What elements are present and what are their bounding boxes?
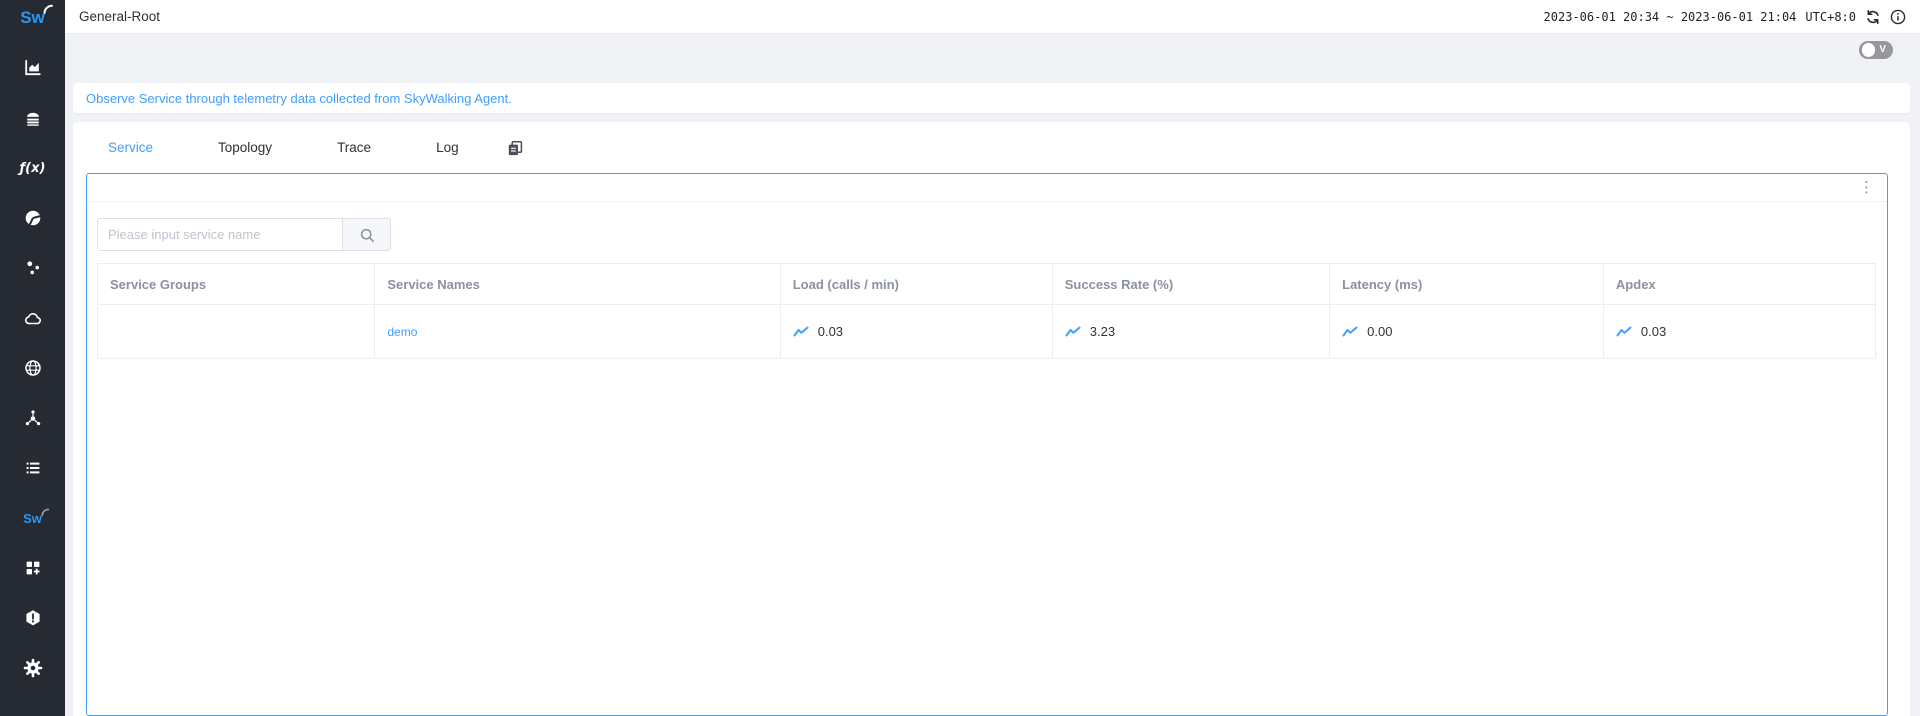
- sidebar-item-scatter[interactable]: [0, 243, 65, 293]
- sidebar-item-alarm[interactable]: [0, 593, 65, 643]
- logo-swoosh-icon: [43, 4, 54, 15]
- cell-load: 0.03: [780, 305, 1052, 359]
- tab-trace[interactable]: Trace: [337, 140, 371, 155]
- cell-service-name: demo: [375, 305, 780, 359]
- sidebar-item-list[interactable]: [0, 443, 65, 493]
- version-toggle[interactable]: V: [1859, 41, 1893, 59]
- topology-icon: [23, 408, 43, 428]
- sidebar: Sw ƒ(x): [0, 0, 65, 716]
- service-table: Service Groups Service Names Load (calls…: [97, 263, 1876, 359]
- layers-icon: [23, 108, 43, 128]
- toggle-label: V: [1879, 44, 1886, 55]
- sidebar-item-skywalking[interactable]: Sw: [0, 493, 65, 543]
- copy-icon: [506, 139, 524, 157]
- skywalking-icon: Sw: [23, 511, 42, 526]
- refresh-icon: [1865, 9, 1881, 25]
- bar-chart-icon: [23, 58, 43, 78]
- apdex-value: 0.03: [1641, 324, 1666, 339]
- service-panel: ⋮ Service Groups: [86, 173, 1888, 716]
- column-apdex: Apdex: [1603, 264, 1875, 305]
- cell-apdex: 0.03: [1603, 305, 1875, 359]
- list-icon: [23, 458, 43, 478]
- page-title: General-Root: [79, 9, 160, 24]
- latency-value: 0.00: [1367, 324, 1392, 339]
- column-service-groups: Service Groups: [98, 264, 375, 305]
- sidebar-item-bar-chart[interactable]: [0, 43, 65, 93]
- toggle-knob: [1862, 43, 1876, 57]
- skywalking-swoosh-icon: [41, 508, 50, 517]
- column-service-names: Service Names: [375, 264, 780, 305]
- description-banner: Observe Service through telemetry data c…: [73, 83, 1910, 113]
- cell-service-group: [98, 305, 375, 359]
- skywalking-app: Sw ƒ(x): [0, 0, 1920, 716]
- alarm-icon: [23, 608, 43, 628]
- tab-bar: Service Topology Trace Log: [73, 122, 1910, 173]
- sidebar-nav: ƒ(x) Sw: [0, 34, 65, 693]
- globe-icon: [23, 358, 43, 378]
- banner-text: Observe Service through telemetry data c…: [86, 91, 512, 106]
- trend-line-icon: [1342, 326, 1358, 338]
- trend-line-icon: [1065, 326, 1081, 338]
- trend-line-icon: [793, 326, 809, 338]
- sidebar-item-globe[interactable]: [0, 343, 65, 393]
- main-area: General-Root 2023-06-01 20:34 ~ 2023-06-…: [65, 0, 1920, 716]
- content-card: Service Topology Trace Log ⋮: [73, 122, 1910, 716]
- sidebar-item-pie-chart[interactable]: [0, 193, 65, 243]
- trend-line-icon: [1616, 326, 1632, 338]
- service-link[interactable]: demo: [387, 325, 417, 339]
- column-success-rate: Success Rate (%): [1052, 264, 1329, 305]
- header-controls: 2023-06-01 20:34 ~ 2023-06-01 21:04 UTC+…: [1544, 9, 1906, 25]
- tab-service[interactable]: Service: [108, 140, 153, 155]
- tab-topology[interactable]: Topology: [218, 140, 272, 155]
- success-rate-value: 3.23: [1090, 324, 1115, 339]
- info-button[interactable]: [1890, 9, 1906, 25]
- pie-chart-icon: [23, 208, 43, 228]
- search-input[interactable]: [97, 218, 343, 251]
- table-header-row: Service Groups Service Names Load (calls…: [98, 264, 1876, 305]
- copy-tabs-button[interactable]: [506, 139, 524, 157]
- sidebar-item-cloud[interactable]: [0, 293, 65, 343]
- tab-log[interactable]: Log: [436, 140, 459, 155]
- panel-header: ⋮: [87, 174, 1887, 202]
- cell-success-rate: 3.23: [1052, 305, 1329, 359]
- search-row: [87, 202, 1887, 263]
- load-value: 0.03: [818, 324, 843, 339]
- sidebar-item-topology[interactable]: [0, 393, 65, 443]
- sidebar-item-function[interactable]: ƒ(x): [0, 143, 65, 193]
- dashboard-add-icon: [23, 558, 43, 578]
- toolbar: V: [65, 34, 1920, 66]
- search-icon: [359, 227, 375, 243]
- timezone-label: UTC+8:0: [1805, 10, 1856, 24]
- sidebar-item-layers[interactable]: [0, 93, 65, 143]
- settings-icon: [23, 658, 43, 678]
- column-latency: Latency (ms): [1330, 264, 1604, 305]
- cell-latency: 0.00: [1330, 305, 1604, 359]
- sidebar-item-settings[interactable]: [0, 643, 65, 693]
- app-header: General-Root 2023-06-01 20:34 ~ 2023-06-…: [65, 0, 1920, 34]
- time-range-picker[interactable]: 2023-06-01 20:34 ~ 2023-06-01 21:04: [1544, 10, 1797, 24]
- function-icon: ƒ(x): [20, 161, 46, 176]
- info-icon: [1890, 9, 1906, 25]
- search-button[interactable]: [342, 218, 391, 251]
- sidebar-item-dashboard-add[interactable]: [0, 543, 65, 593]
- panel-menu-button[interactable]: ⋮: [1859, 180, 1874, 195]
- cloud-icon: [23, 308, 43, 328]
- logo-text: Sw: [20, 8, 45, 27]
- refresh-button[interactable]: [1865, 9, 1881, 25]
- app-logo: Sw: [0, 0, 65, 34]
- scatter-dots-icon: [23, 258, 43, 278]
- column-load: Load (calls / min): [780, 264, 1052, 305]
- table-row: demo 0.03 3.23 0.00: [98, 305, 1876, 359]
